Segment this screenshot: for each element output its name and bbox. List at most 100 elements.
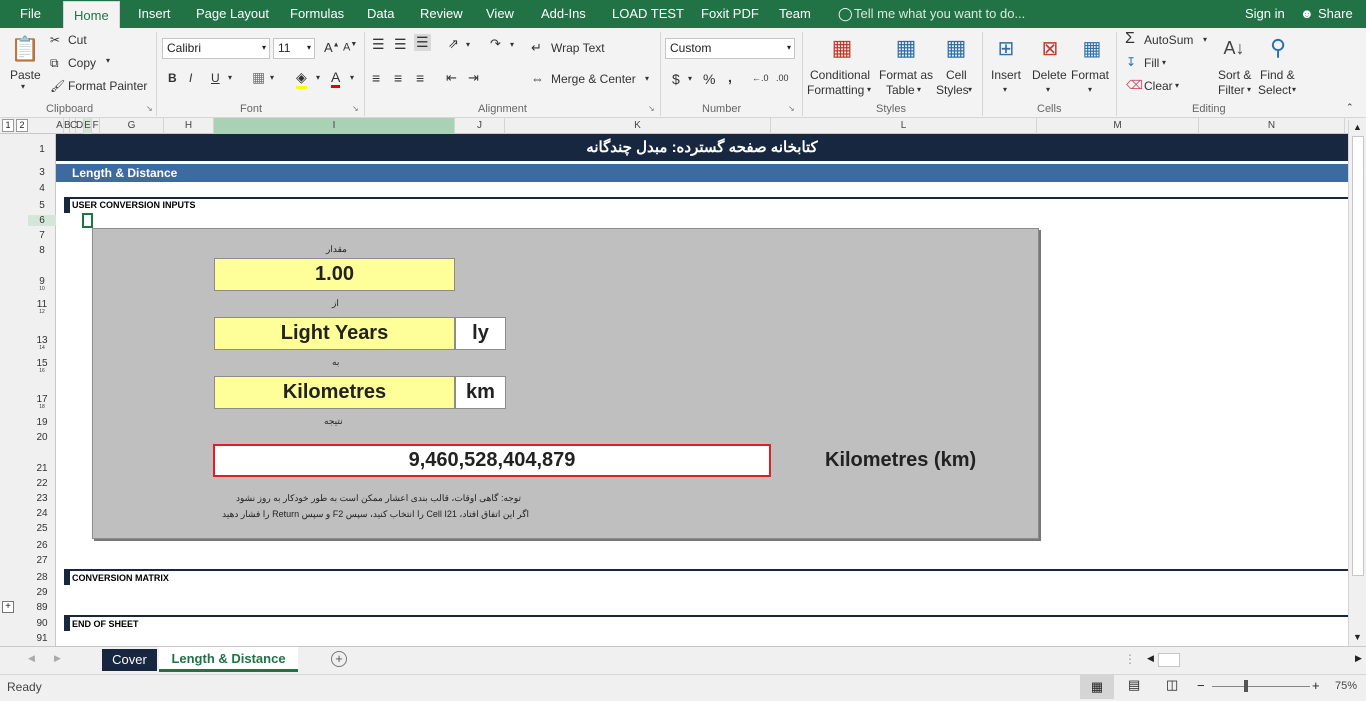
from-unit-select[interactable]: Light Years — [214, 317, 455, 350]
orientation-icon[interactable]: ⇗ — [448, 36, 459, 52]
chevron-down-icon[interactable]: ▾ — [1046, 85, 1050, 94]
tab-addins[interactable]: Add-Ins — [541, 0, 586, 28]
insert-cells-icon[interactable]: ⊞ — [990, 32, 1022, 64]
zoom-slider-thumb[interactable] — [1244, 680, 1248, 692]
sort-filter-label-2[interactable]: Filter — [1218, 83, 1245, 97]
cell-styles-label-2[interactable]: Styles — [936, 83, 969, 97]
prev-sheet-icon[interactable]: ◀ — [28, 653, 35, 664]
row-header[interactable]: 16 — [28, 368, 56, 374]
row-header[interactable]: 27 — [28, 555, 56, 566]
zoom-slider[interactable] — [1212, 686, 1310, 687]
align-bottom-icon[interactable]: ☰ — [414, 34, 431, 51]
percent-button[interactable]: % — [703, 71, 715, 87]
column-header[interactable]: K — [505, 118, 771, 134]
scroll-right-icon[interactable]: ▶ — [1355, 653, 1362, 664]
row-header[interactable]: 14 — [28, 345, 56, 351]
format-as-table-label-2[interactable]: Table — [886, 83, 915, 97]
orientation-dropdown-icon[interactable]: ▾ — [466, 40, 470, 49]
font-launcher-icon[interactable]: ↘ — [352, 104, 359, 113]
sheet-tab-length-distance[interactable]: Length & Distance — [159, 647, 298, 672]
chevron-down-icon[interactable]: ▾ — [1203, 35, 1207, 44]
fill-button[interactable]: Fill — [1144, 56, 1159, 70]
number-launcher-icon[interactable]: ↘ — [788, 104, 795, 113]
row-header[interactable]: 23 — [28, 493, 56, 504]
insert-cells-button[interactable]: Insert — [991, 68, 1021, 82]
italic-button[interactable]: I — [189, 71, 192, 85]
increase-decimal-icon[interactable]: ←.0 — [752, 73, 769, 83]
autosum-button[interactable]: AutoSum — [1144, 33, 1193, 47]
borders-icon[interactable]: ▦ — [252, 69, 265, 86]
row-header[interactable]: 22 — [28, 478, 56, 489]
row-header[interactable]: 12 — [28, 309, 56, 315]
column-header[interactable]: I — [214, 118, 455, 134]
alignment-launcher-icon[interactable]: ↘ — [648, 104, 655, 113]
format-as-table-icon[interactable]: ▦ — [890, 32, 922, 64]
conditional-formatting-label-1[interactable]: Conditional — [810, 68, 870, 82]
decrease-indent-icon[interactable]: ⇤ — [446, 70, 457, 86]
merge-center-button[interactable]: Merge & Center — [551, 72, 636, 86]
cell-styles-label-1[interactable]: Cell — [946, 68, 967, 82]
number-format-box[interactable]: Custom ▾ — [665, 38, 795, 59]
worksheet-grid[interactable]: کتابخانه صفحه گسترده: مبدل چندگانه Lengt… — [56, 134, 1348, 646]
zoom-in-icon[interactable]: + — [1312, 678, 1320, 693]
fill-color-dropdown-icon[interactable]: ▾ — [316, 73, 320, 82]
row-header[interactable]: 21 — [28, 463, 56, 474]
chevron-down-icon[interactable]: ▾ — [968, 85, 972, 94]
font-color-icon[interactable]: A — [331, 69, 341, 88]
tab-review[interactable]: Review — [420, 0, 463, 28]
row-header[interactable]: 5 — [28, 200, 56, 211]
font-name-box[interactable]: Calibri ▾ — [162, 38, 270, 59]
row-header[interactable]: 10 — [28, 286, 56, 292]
find-select-label-2[interactable]: Select — [1258, 83, 1291, 97]
copy-button[interactable]: Copy — [68, 56, 96, 70]
amount-input[interactable]: 1.00 — [214, 258, 455, 291]
clear-button[interactable]: Clear — [1144, 79, 1173, 93]
align-right-icon[interactable]: ≡ — [416, 70, 424, 86]
row-header[interactable]: 91 — [28, 633, 56, 644]
text-direction-icon[interactable]: ↷ — [490, 36, 501, 52]
format-cells-icon[interactable]: ▦ — [1076, 32, 1108, 64]
column-header[interactable]: J — [455, 118, 505, 134]
chevron-down-icon[interactable]: ▾ — [1003, 85, 1007, 94]
row-header[interactable]: 89 — [28, 602, 56, 613]
delete-cells-button[interactable]: Delete — [1032, 68, 1067, 82]
collapse-ribbon-icon[interactable]: ⌃ — [1346, 102, 1354, 113]
magnifier-icon[interactable]: ⚲ — [1262, 32, 1294, 64]
column-header[interactable]: L — [771, 118, 1037, 134]
row-header[interactable]: 25 — [28, 523, 56, 534]
chevron-down-icon[interactable]: ▾ — [1175, 81, 1179, 90]
merge-dropdown-icon[interactable]: ▾ — [645, 74, 649, 83]
align-left-icon[interactable]: ≡ — [372, 70, 380, 86]
tab-insert[interactable]: Insert — [138, 0, 171, 28]
shrink-font-icon[interactable]: A▼ — [343, 41, 357, 54]
row-header[interactable]: 26 — [28, 540, 56, 551]
page-break-view-icon[interactable]: ◫ — [1166, 677, 1178, 693]
align-center-icon[interactable]: ≡ — [394, 70, 402, 86]
comma-button[interactable]: , — [728, 69, 732, 85]
normal-view-icon[interactable]: ▦ — [1080, 675, 1114, 699]
fill-color-icon[interactable]: ◈ — [296, 69, 307, 89]
tab-load-test[interactable]: LOAD TEST — [612, 0, 684, 28]
scroll-down-icon[interactable]: ▼ — [1353, 632, 1362, 642]
chevron-down-icon[interactable]: ▾ — [1247, 85, 1251, 94]
row-header[interactable]: 28 — [28, 572, 56, 583]
chevron-down-icon[interactable]: ▾ — [917, 85, 921, 94]
column-header[interactable]: E — [84, 118, 92, 134]
vertical-scrollbar[interactable]: ▲ ▼ — [1348, 120, 1366, 646]
add-sheet-icon[interactable]: + — [331, 651, 347, 667]
column-header[interactable]: G — [100, 118, 164, 134]
outline-level-2-button[interactable]: 2 — [16, 119, 28, 132]
scroll-up-icon[interactable]: ▲ — [1353, 122, 1362, 132]
currency-dropdown-icon[interactable]: ▾ — [688, 74, 692, 83]
active-cell-cursor[interactable] — [82, 213, 93, 228]
tab-team[interactable]: Team — [779, 0, 811, 28]
share-button[interactable]: Share — [1318, 0, 1353, 28]
format-cells-button[interactable]: Format — [1071, 68, 1109, 82]
row-header[interactable]: 24 — [28, 508, 56, 519]
grow-font-icon[interactable]: A▲ — [324, 40, 340, 55]
delete-cells-icon[interactable]: ⊠ — [1034, 32, 1066, 64]
tab-page-layout[interactable]: Page Layout — [196, 0, 269, 28]
column-header[interactable]: H — [164, 118, 214, 134]
align-middle-icon[interactable]: ☰ — [394, 36, 407, 53]
row-header[interactable]: 7 — [28, 230, 56, 241]
